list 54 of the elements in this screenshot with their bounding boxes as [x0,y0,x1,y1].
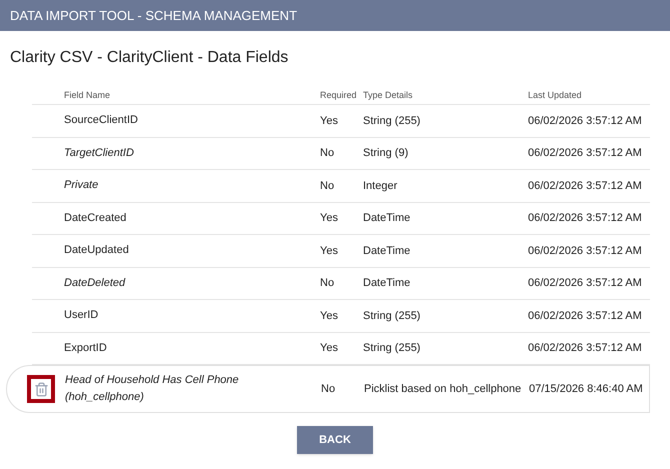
table-row[interactable]: TargetClientID No String (9) 06/02/2026 3:57:12 AM [32,138,650,170]
field-name-cell-text: Private [64,178,100,194]
required-cell-text: Yes [320,308,339,324]
updated-cell-text: 06/02/2026 3:57:12 AM [528,244,642,258]
table-row[interactable]: DateUpdated Yes DateTime 06/02/2026 3:57:12 AM [32,235,650,268]
type-cell-text: DateTime [363,276,412,291]
column-header: Required [320,89,358,102]
trash-icon [34,382,48,396]
field-name-cell-text: Head of Household Has Cell Phone (hoh_cellphone) [65,373,240,405]
field-name-cell-text: TargetClientID [64,146,135,161]
updated-cell-text: 07/15/2026 8:46:40 AM [529,382,643,397]
column-header: Type Details [363,89,414,102]
table-row[interactable]: DateDeleted No DateTime 06/02/2026 3:57:12 AM [32,268,650,300]
page-title: Clarity CSV - ClarityClient - Data Fields [10,48,290,68]
required-cell-text: Yes [320,211,339,226]
type-cell-text: String (255) [363,308,422,324]
table-row[interactable]: SourceClientID Yes String (255) 06/02/2026 3:57:12 AM [32,105,650,138]
required-cell-text: No [320,178,336,194]
field-name-cell-text: UserID [64,308,100,324]
table-row[interactable]: Private No Integer 06/02/2026 3:57:12 AM [32,170,650,202]
updated-cell-text: 06/02/2026 3:57:12 AM [528,178,642,194]
updated-cell-text: 06/02/2026 3:57:12 AM [528,308,642,324]
column-header: Field Name [64,89,112,102]
required-cell-text: No [320,146,336,161]
table-row-hovered[interactable]: Head of Household Has Cell Phone (hoh_cellphone) No Picklist based on hoh_cellphone 07/15/2026 8:46:40 AM [6,365,650,413]
type-cell-text: Picklist based on hoh_cellphone [364,382,522,397]
table-row[interactable]: DateCreated Yes DateTime 06/02/2026 3:57:12 AM [32,202,650,235]
type-cell-text: Integer [363,178,398,194]
field-name-cell-text: DateDeleted [64,276,126,291]
type-cell-text: DateTime [363,244,412,258]
required-cell-text: Yes [320,341,339,356]
updated-cell-text: 06/02/2026 3:57:12 AM [528,114,642,128]
updated-cell-text: 06/02/2026 3:57:12 AM [528,341,642,356]
field-name-cell-text: ExportID [64,340,108,356]
back-button[interactable]: BACK [297,426,373,454]
type-cell-text: String (255) [363,114,422,128]
updated-cell-text: 06/02/2026 3:57:12 AM [528,146,642,161]
type-cell-text: String (255) [363,341,422,356]
header-title: DATA IMPORT TOOL - SCHEMA MANAGEMENT [10,6,298,25]
field-name-cell-text: SourceClientID [64,113,139,128]
delete-button[interactable] [27,375,55,403]
table-row[interactable]: UserID Yes String (255) 06/02/2026 3:57:12 AM [32,300,650,332]
updated-cell-text: 06/02/2026 3:57:12 AM [528,276,642,291]
updated-cell-text: 06/02/2026 3:57:12 AM [528,211,642,226]
required-cell-text: Yes [320,244,339,258]
column-header: Last Updated [528,89,582,102]
required-cell-text: Yes [320,114,339,128]
table-row[interactable]: ExportID Yes String (255) 06/02/2026 3:57:12 AM [32,332,650,365]
field-name-cell-text: DateCreated [64,210,128,226]
required-cell-text: No [320,276,336,291]
type-cell-text: String (9) [363,146,410,161]
field-name-cell-text: DateUpdated [64,243,130,258]
required-cell-text: No [321,382,336,397]
type-cell-text: DateTime [363,211,412,226]
